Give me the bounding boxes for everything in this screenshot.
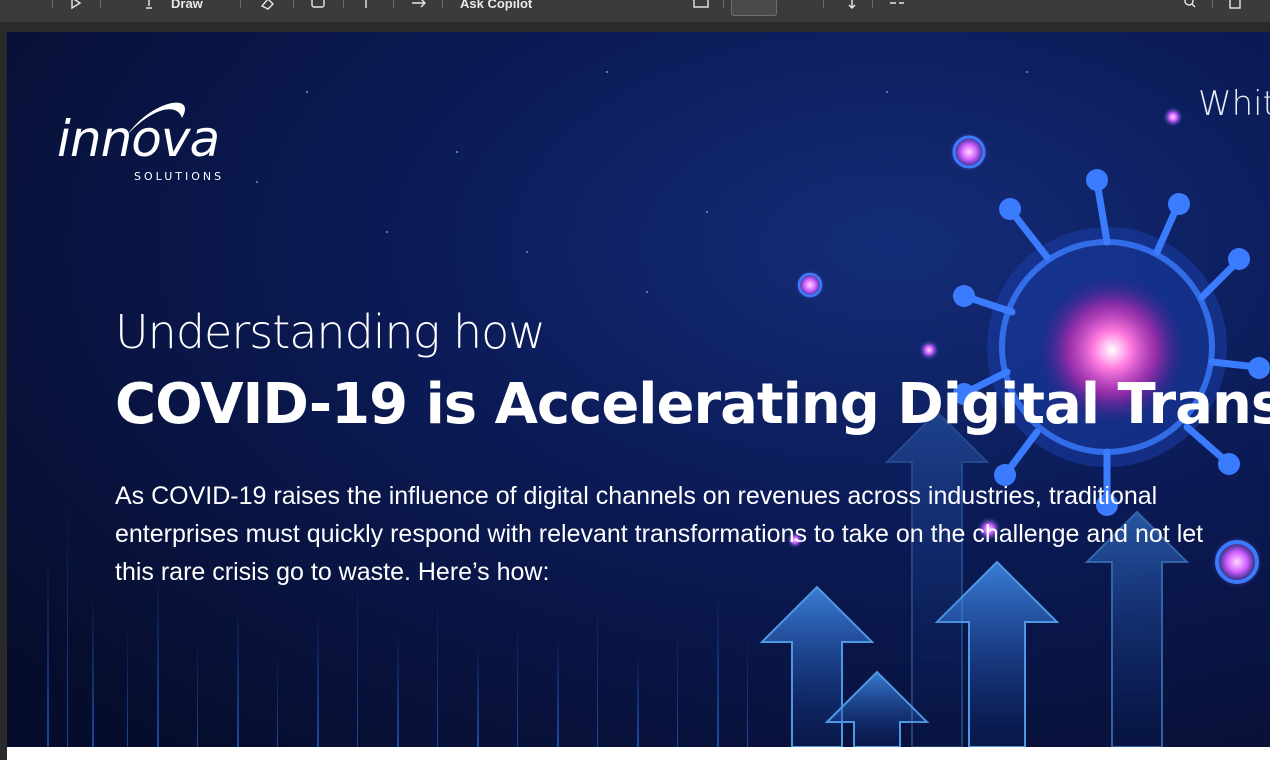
search-button[interactable] xyxy=(1183,0,1197,12)
toolbar-separator xyxy=(1212,0,1213,8)
draw-label: Draw xyxy=(171,0,203,11)
page-layout-button[interactable] xyxy=(888,0,906,12)
save-button[interactable] xyxy=(1228,0,1242,12)
toolbar-separator xyxy=(872,0,873,8)
page-layout-icon xyxy=(890,2,904,4)
search-icon xyxy=(1184,0,1196,8)
hero-title: COVID-19 is Accelerating Digital Transfo… xyxy=(115,372,1270,437)
fit-button[interactable] xyxy=(845,0,859,12)
save-icon xyxy=(1229,0,1241,9)
page-number-box[interactable] xyxy=(731,0,777,16)
ask-copilot-button[interactable]: Ask Copilot xyxy=(460,0,532,12)
logo-wordmark: innova xyxy=(57,110,220,168)
logo-subtitle: SOLUTIONS xyxy=(134,170,225,183)
pen-icon xyxy=(146,0,152,9)
text-icon xyxy=(365,0,367,8)
text-button[interactable] xyxy=(358,0,374,12)
eraser-button[interactable] xyxy=(260,0,276,12)
toolbar-separator xyxy=(442,0,443,8)
play-icon xyxy=(71,0,82,9)
document-page: innova SOLUTIONS White Understanding how… xyxy=(7,32,1270,747)
header-right-label: White xyxy=(1198,84,1270,124)
toolbar-separator xyxy=(52,0,53,8)
toolbar-separator xyxy=(393,0,394,8)
fit-icon xyxy=(848,0,856,9)
innova-logo: innova SOLUTIONS xyxy=(57,90,247,183)
reader-toolbar: Draw Ask Copilot xyxy=(0,0,1270,23)
comment-icon xyxy=(311,0,325,8)
toolbar-separator xyxy=(343,0,344,8)
page-view-icon xyxy=(693,0,709,8)
toolbar-separator xyxy=(823,0,824,8)
eraser-icon xyxy=(260,0,274,10)
arrow-icon xyxy=(412,0,426,8)
draw-button[interactable]: Draw xyxy=(145,0,203,12)
toolbar-separator xyxy=(100,0,101,8)
next-page-edge xyxy=(7,747,1270,760)
toolbar-separator xyxy=(723,0,724,8)
hero-body-text: As COVID-19 raises the influence of digi… xyxy=(115,482,1204,586)
play-button[interactable] xyxy=(70,0,82,12)
arrow-button[interactable] xyxy=(410,0,428,12)
copilot-label: Ask Copilot xyxy=(460,0,533,11)
toolbar-separator xyxy=(240,0,241,8)
hero-subtitle: Understanding how xyxy=(115,305,546,359)
page-view-button[interactable] xyxy=(692,0,710,12)
toolbar-separator xyxy=(293,0,294,8)
comment-button[interactable] xyxy=(310,0,326,12)
